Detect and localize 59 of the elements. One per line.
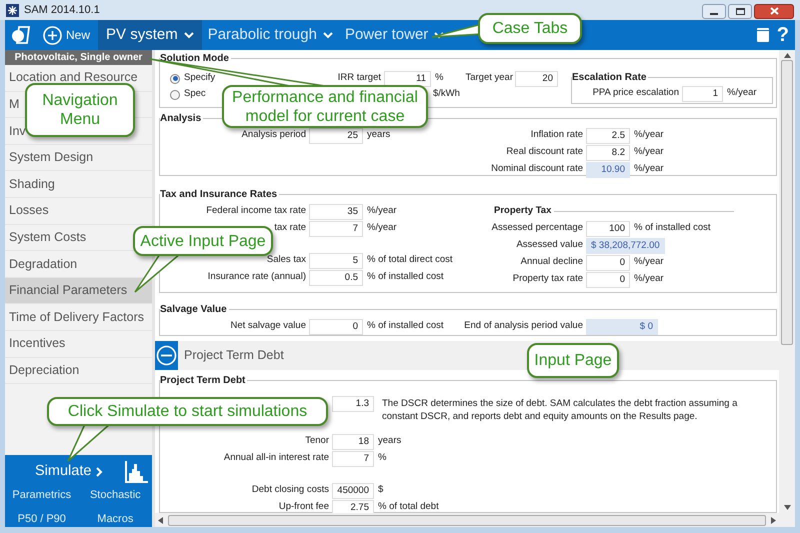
group-title: Escalation Rate: [572, 71, 648, 85]
field-label: PPA price escalation: [592, 86, 680, 100]
unit-label: %/year: [367, 221, 397, 236]
callout-tooltip: Case Tabs: [478, 13, 582, 44]
field-label: IRR target: [336, 71, 382, 86]
unit-label: %/year: [634, 128, 664, 142]
unit-label: % of total debt: [378, 500, 439, 513]
group-title: Salvage Value: [160, 303, 228, 317]
unit-label: $/kWh: [433, 87, 460, 102]
field-label: Assessed value: [515, 238, 584, 252]
unit-label: $: [378, 483, 384, 498]
group-title: Solution Mode: [160, 52, 230, 66]
callout-tooltip: Input Page: [527, 343, 619, 378]
field-label: Insurance rate (annual): [206, 270, 307, 284]
field-label: Annual all-in interest rate: [222, 451, 330, 466]
group-title: Project Term Debt: [160, 374, 246, 388]
field-label: End of analysis period value: [463, 319, 584, 334]
field-label: Nominal discount rate: [490, 162, 584, 176]
unit-label: %/year: [634, 145, 664, 160]
field-label: Inflation rate: [530, 128, 584, 142]
callout-tooltip: Performance and financial model for current case: [222, 85, 428, 128]
field-label: Debt closing costs: [250, 483, 330, 498]
unit-label: % of installed cost: [634, 221, 711, 236]
field-label: Federal income tax rate: [205, 204, 307, 218]
radio-label: Specify: [184, 71, 216, 86]
field-label: Annual decline: [520, 255, 584, 270]
computed-field: $ 38,208,772.00: [586, 238, 665, 254]
unit-label: %/year: [634, 272, 664, 286]
unit-label: years: [378, 434, 402, 448]
field-label: Target year: [464, 71, 514, 86]
unit-label: % of total direct cost: [367, 253, 453, 268]
computed-field: $ 0: [586, 318, 658, 334]
case-model-label: Photovoltaic, Single owner: [5, 50, 152, 65]
unit-label: % of installed cost: [367, 319, 444, 334]
window-title: SAM 2014.10.1: [24, 2, 100, 18]
unit-label: %/year: [634, 162, 664, 176]
field-label: Assessed percentage: [490, 221, 584, 236]
radio-label: Spec: [184, 87, 206, 102]
field-label: Up-front fee: [278, 500, 330, 513]
unit-label: %/year: [367, 204, 397, 218]
callout-tooltip: Navigation Menu: [25, 83, 135, 137]
description-text: The DSCR determines the size of debt. SAM calculates the debt fraction assuming a constant DSCR, and reports debt and equity amounts on the Results page.: [382, 397, 738, 423]
computed-field: 10.90: [586, 162, 630, 178]
field-label: Tenor: [304, 434, 330, 448]
unit-label: % of installed cost: [367, 270, 444, 284]
group-title: Analysis: [160, 112, 202, 126]
unit-label: %: [435, 71, 444, 86]
field-label: Net salvage value: [229, 319, 307, 334]
group-title: Property Tax: [494, 204, 552, 218]
group-title: Tax and Insurance Rates: [160, 188, 278, 202]
field-label: Real discount rate: [505, 145, 584, 160]
field-label: Analysis period: [240, 128, 307, 142]
field-label: Sales tax: [266, 253, 307, 268]
field-label: Property tax rate: [512, 272, 584, 286]
unit-label: years: [367, 128, 390, 142]
unit-label: %/year: [634, 255, 664, 270]
unit-label: %: [378, 451, 386, 466]
unit-label: %/year: [727, 86, 757, 100]
field-label: tax rate: [273, 221, 307, 236]
